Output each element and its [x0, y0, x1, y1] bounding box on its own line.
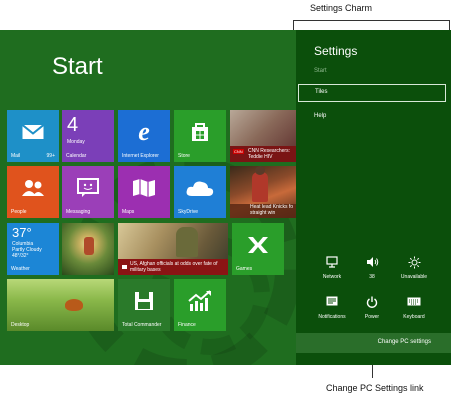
power-icon: [350, 296, 394, 310]
news-big-soldier: [176, 227, 198, 257]
tile-desktop[interactable]: Desktop: [7, 279, 114, 331]
keyboard-label: Keyboard: [403, 314, 425, 320]
tile-finance[interactable]: Finance: [174, 279, 226, 331]
tile-maps[interactable]: Maps: [118, 166, 170, 218]
floppy-disk-icon: [135, 291, 153, 310]
start-title: Start: [52, 53, 103, 80]
tile-skydrive[interactable]: SkyDrive: [174, 166, 226, 218]
settings-title: Settings: [314, 44, 358, 58]
network-button[interactable]: Network: [310, 256, 354, 280]
news-big-headline: US, Afghan officials at odds over fate o…: [130, 261, 218, 273]
ie-e-icon: e: [138, 116, 150, 146]
volume-label: 38: [369, 274, 375, 280]
callout-leader-line: [293, 20, 449, 21]
chat-bubble-icon: [77, 177, 99, 197]
tile-games[interactable]: Games: [232, 223, 284, 275]
settings-charm-panel: Settings Start Tiles Help Network 38 Una…: [296, 30, 451, 365]
cloud-icon: [186, 181, 214, 196]
xbox-controller-icon: [248, 236, 268, 253]
volume-button[interactable]: 38: [350, 256, 394, 280]
sports-player-figure: [252, 172, 268, 202]
tile-total-commander[interactable]: Total Commander: [118, 279, 170, 331]
settings-context-label: Start: [314, 68, 327, 74]
weather-range: 48°/32°: [12, 253, 29, 259]
tile-label: Internet Explorer: [122, 153, 159, 159]
tile-label: Desktop: [11, 322, 30, 328]
keyboard-icon: [392, 296, 436, 310]
change-pc-settings-link[interactable]: Change PC settings: [296, 333, 451, 353]
tile-mail[interactable]: Mail 99+: [7, 110, 59, 162]
news-flag-icon: [122, 265, 127, 269]
keyboard-button[interactable]: Keyboard: [392, 296, 436, 320]
brightness-label: Unavailable: [400, 274, 428, 280]
network-label: Network: [322, 274, 342, 280]
tiles-menu-label: Tiles: [315, 89, 328, 95]
volume-icon: [350, 256, 394, 270]
tile-messaging[interactable]: Messaging: [62, 166, 114, 218]
weather-temp: 37°: [12, 225, 32, 240]
tile-people[interactable]: People: [7, 166, 59, 218]
cnn-logo: CNN: [233, 149, 244, 154]
news-headline: CNN Researchers: Teddie HIV: [248, 148, 290, 160]
mail-badge: 99+: [46, 153, 55, 159]
tile-label: Finance: [178, 322, 196, 328]
envelope-icon: [22, 124, 44, 139]
tile-photos[interactable]: [62, 223, 114, 275]
settings-charm-callout: Settings Charm: [310, 3, 373, 13]
photo-figure: [84, 237, 94, 255]
store-bag-icon: [192, 122, 208, 141]
tile-label: Mail: [11, 153, 21, 159]
brightness-button[interactable]: Unavailable: [392, 256, 436, 280]
tile-label: SkyDrive: [178, 209, 199, 215]
tile-label: Maps: [122, 209, 135, 215]
tile-label: Store: [178, 153, 190, 159]
tile-weather[interactable]: 37° Columbia Partly Cloudy 48°/32° Weath…: [7, 223, 59, 275]
tile-label: Calendar: [66, 153, 87, 159]
chart-up-icon: [188, 290, 211, 311]
tile-internet-explorer[interactable]: e Internet Explorer: [118, 110, 170, 162]
notifications-label: Notifications: [318, 314, 346, 320]
tile-label: People: [11, 209, 27, 215]
calendar-day-number: 4: [67, 114, 79, 136]
change-pc-settings-callout: Change PC Settings link: [326, 383, 424, 393]
tile-label: Weather: [11, 266, 30, 272]
tile-calendar[interactable]: 4 Monday Calendar: [62, 110, 114, 162]
tile-label: Total Commander: [122, 322, 162, 328]
tiles-menu-item[interactable]: Tiles: [298, 84, 446, 102]
help-menu-item[interactable]: Help: [314, 113, 326, 119]
tile-sports[interactable]: Heat lead Knicks fo straight win: [230, 166, 296, 218]
network-icon: [310, 256, 354, 270]
calendar-day-name: Monday: [67, 139, 85, 145]
people-icon: [22, 179, 44, 196]
brightness-icon: [392, 256, 436, 270]
desktop-butterfly: [65, 299, 83, 311]
power-label: Power: [364, 314, 380, 320]
change-pc-settings-label: Change PC settings: [377, 339, 431, 345]
notifications-button[interactable]: Notifications: [310, 296, 354, 320]
start-screen: Start Mail 99+ 4 Monday Calendar e Inter…: [0, 30, 451, 365]
notifications-icon: [310, 296, 354, 310]
power-button[interactable]: Power: [350, 296, 394, 320]
tile-label: Games: [236, 266, 253, 272]
sports-player-head: [255, 166, 265, 175]
tile-news-big[interactable]: US, Afghan officials at odds over fate o…: [118, 223, 228, 275]
sports-headline: Heat lead Knicks fo straight win: [250, 204, 294, 216]
tile-store[interactable]: Store: [174, 110, 226, 162]
tile-news[interactable]: CNN CNN Researchers: Teddie HIV: [230, 110, 296, 162]
tile-label: Messaging: [66, 209, 91, 215]
map-icon: [133, 178, 155, 197]
